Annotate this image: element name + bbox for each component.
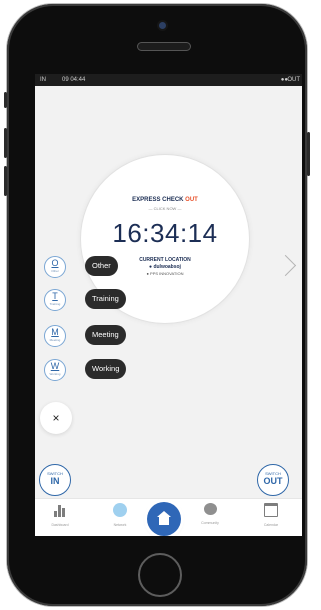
volume-up-button — [4, 128, 7, 158]
switch-in-button[interactable]: SWITCH IN — [39, 464, 71, 496]
activity-sub: Training — [49, 302, 61, 306]
volume-down-button — [4, 166, 7, 196]
activity-letter: M — [51, 327, 59, 337]
camera — [159, 22, 166, 29]
status-time: 09 04:44 — [62, 77, 86, 83]
tab-community[interactable]: Community — [190, 503, 230, 525]
earpiece-speaker — [137, 42, 191, 51]
chevron-right-icon[interactable] — [274, 254, 297, 277]
express-prefix: EXPRESS CHECK — [132, 197, 186, 203]
status-left-label: IN — [40, 77, 46, 83]
tab-label: Calendar — [263, 523, 279, 527]
tab-label: Network — [113, 523, 127, 527]
express-checkout-title[interactable]: EXPRESS CHECK OUT — [81, 197, 249, 203]
activity-sub: Meeting — [49, 338, 61, 342]
working-icon[interactable]: W Working — [44, 359, 66, 381]
close-menu-button[interactable]: × — [40, 402, 72, 434]
tab-network[interactable]: Network — [100, 503, 140, 527]
chat-icon — [203, 503, 217, 515]
physical-home-button[interactable] — [138, 553, 182, 597]
switch-out-top: SWITCH — [265, 471, 281, 476]
activity-sub: Other — [51, 269, 59, 273]
sphere-icon — [113, 503, 127, 517]
home-button[interactable] — [147, 502, 181, 536]
status-right-label: OUT — [287, 77, 300, 83]
activity-letter: W — [50, 361, 60, 371]
other-icon[interactable]: O Other — [44, 256, 66, 278]
meeting-button[interactable]: Meeting — [85, 325, 126, 345]
tab-label: Community — [201, 521, 219, 525]
switch-in-label: IN — [50, 476, 60, 486]
bar-chart-icon — [52, 503, 68, 517]
switch-out-label: OUT — [263, 476, 283, 486]
other-button[interactable]: Other — [85, 256, 118, 276]
express-accent: OUT — [185, 197, 198, 203]
activity-sub: Working — [49, 372, 61, 376]
status-bar: IN 09 04:44 ●● OUT — [35, 74, 302, 86]
tab-label: Dashboard — [51, 523, 69, 527]
app-screen: IN 09 04:44 ●● OUT EXPRESS CHECK OUT — C… — [35, 74, 302, 536]
tab-dashboard[interactable]: Dashboard — [40, 503, 80, 527]
activity-letter: O — [51, 258, 59, 268]
power-button — [307, 132, 310, 176]
training-button[interactable]: Training — [85, 289, 126, 309]
silent-switch — [4, 92, 7, 108]
switch-out-button[interactable]: SWITCH OUT — [257, 464, 289, 496]
meeting-icon[interactable]: M Meeting — [44, 325, 66, 347]
working-button[interactable]: Working — [85, 359, 127, 379]
calendar-icon — [264, 503, 278, 517]
tab-calendar[interactable]: Calendar — [251, 503, 291, 527]
switch-in-top: SWITCH — [47, 471, 63, 476]
training-icon[interactable]: T Training — [44, 289, 66, 311]
activity-letter: T — [52, 291, 58, 301]
current-time: 16:34:14 — [112, 218, 218, 248]
click-now-label: — CLICK NOW — — [148, 206, 182, 211]
